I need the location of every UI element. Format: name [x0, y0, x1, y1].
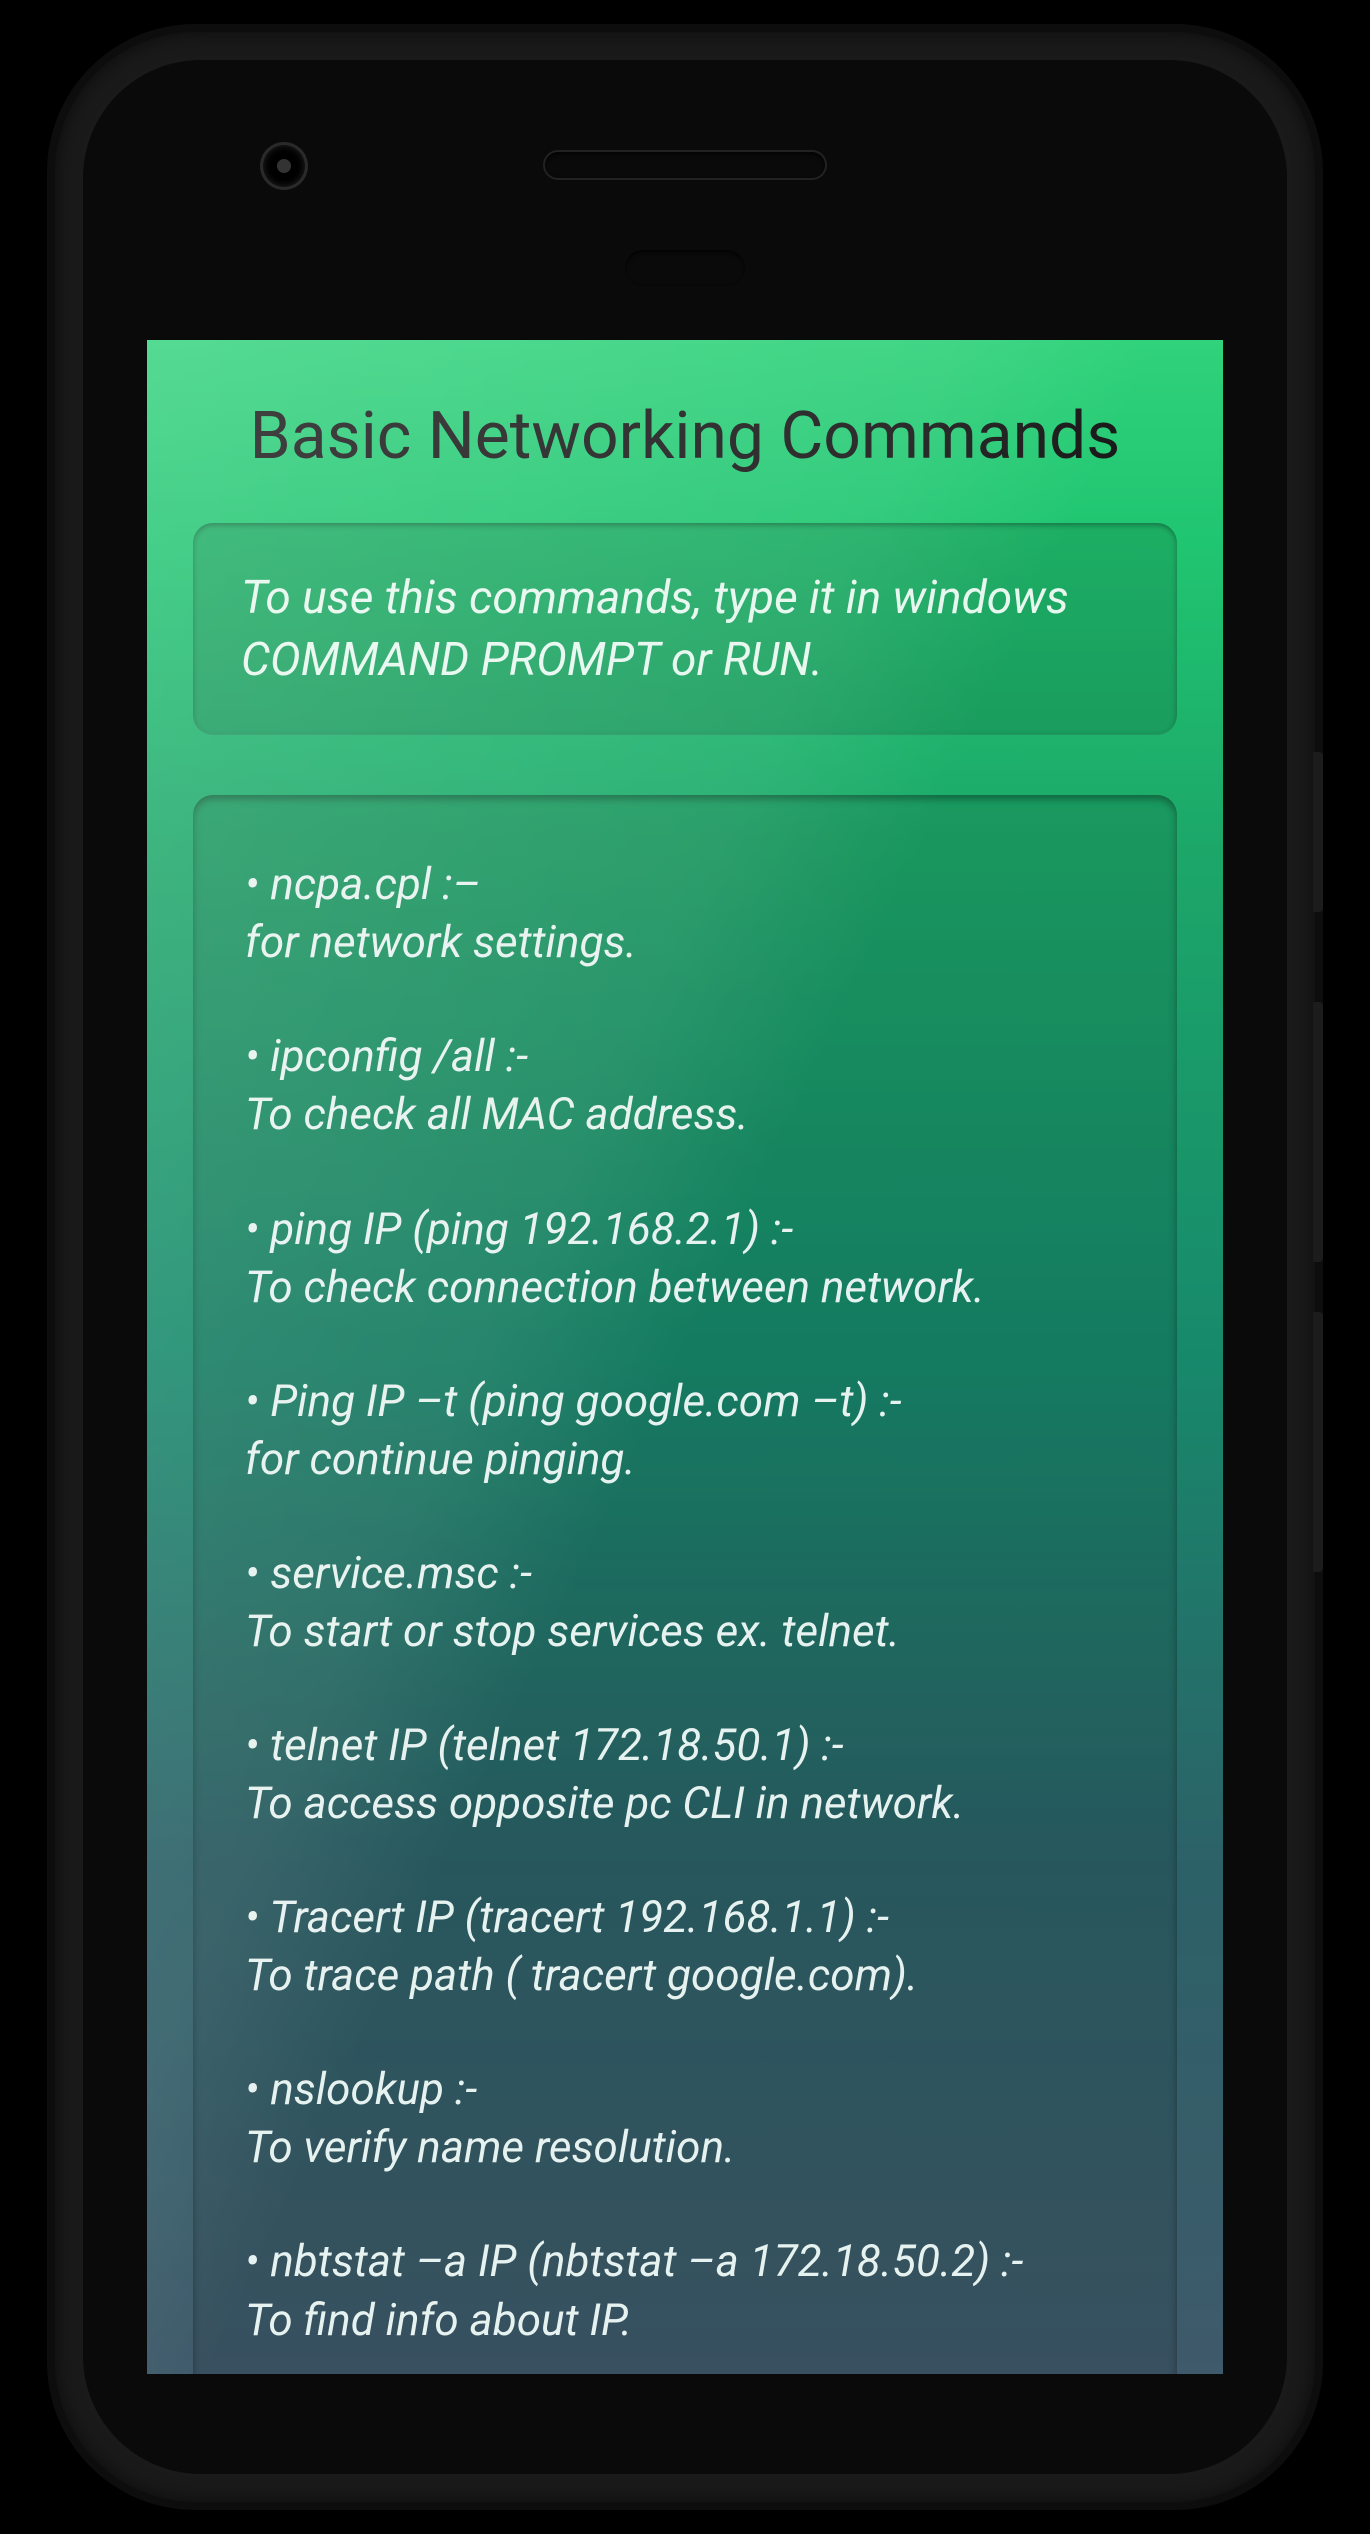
phone-bezel: Basic Networking Commands To use this co…: [83, 60, 1287, 2474]
command-description: To find info about IP.: [245, 2294, 632, 2346]
page-title: Basic Networking Commands: [147, 340, 1223, 523]
command-description: To start or stop services ex. telnet.: [245, 1605, 900, 1657]
command-description: for network settings.: [245, 916, 637, 968]
phone-frame: Basic Networking Commands To use this co…: [55, 32, 1315, 2502]
list-item: • service.msc :- To start or stop servic…: [245, 1544, 1125, 1660]
volume-up-button[interactable]: [1313, 1002, 1323, 1262]
list-item: • ping IP (ping 192.168.2.1) :- To check…: [245, 1200, 1125, 1316]
speaker-grille-icon: [545, 152, 825, 178]
volume-down-button[interactable]: [1313, 1312, 1323, 1572]
app-screen[interactable]: Basic Networking Commands To use this co…: [147, 340, 1223, 2374]
intro-text: To use this commands, type it in windows…: [241, 567, 1129, 691]
command-label: • telnet IP (telnet 172.18.50.1) :-: [245, 1719, 844, 1771]
command-description: for continue pinging.: [245, 1433, 636, 1485]
list-item: • nbtstat –a IP (nbtstat –a 172.18.50.2)…: [245, 2232, 1125, 2348]
command-label: • Ping IP –t (ping google.com –t) :-: [245, 1375, 902, 1427]
power-button[interactable]: [1313, 752, 1323, 912]
command-label: • service.msc :-: [245, 1547, 532, 1599]
command-description: To access opposite pc CLI in network.: [245, 1777, 964, 1829]
command-label: • ipconfig /all :-: [245, 1030, 528, 1082]
list-item: • nslookup :- To verify name resolution.: [245, 2060, 1125, 2176]
command-label: • Tracert IP (tracert 192.168.1.1) :-: [245, 1891, 889, 1943]
list-item: • ipconfig /all :- To check all MAC addr…: [245, 1027, 1125, 1143]
command-description: To verify name resolution.: [245, 2121, 735, 2173]
commands-card[interactable]: • ncpa.cpl :– for network settings. • ip…: [193, 795, 1177, 2374]
command-description: To check connection between network.: [245, 1261, 985, 1313]
intro-card: To use this commands, type it in windows…: [193, 523, 1177, 735]
command-label: • nbtstat –a IP (nbtstat –a 172.18.50.2)…: [245, 2235, 1023, 2287]
command-description: To trace path ( tracert google.com).: [245, 1949, 918, 2001]
front-camera-icon: [263, 145, 305, 187]
list-item: • ncpa.cpl :– for network settings.: [245, 855, 1125, 971]
list-item: • Tracert IP (tracert 192.168.1.1) :- To…: [245, 1888, 1125, 2004]
list-item: • telnet IP (telnet 172.18.50.1) :- To a…: [245, 1716, 1125, 1832]
command-description: To check all MAC address.: [245, 1088, 749, 1140]
command-label: • ncpa.cpl :–: [245, 858, 481, 910]
list-item: • Ping IP –t (ping google.com –t) :- for…: [245, 1372, 1125, 1488]
sensor-pill-icon: [625, 250, 745, 286]
command-label: • nslookup :-: [245, 2063, 477, 2115]
command-label: • ping IP (ping 192.168.2.1) :-: [245, 1203, 793, 1255]
